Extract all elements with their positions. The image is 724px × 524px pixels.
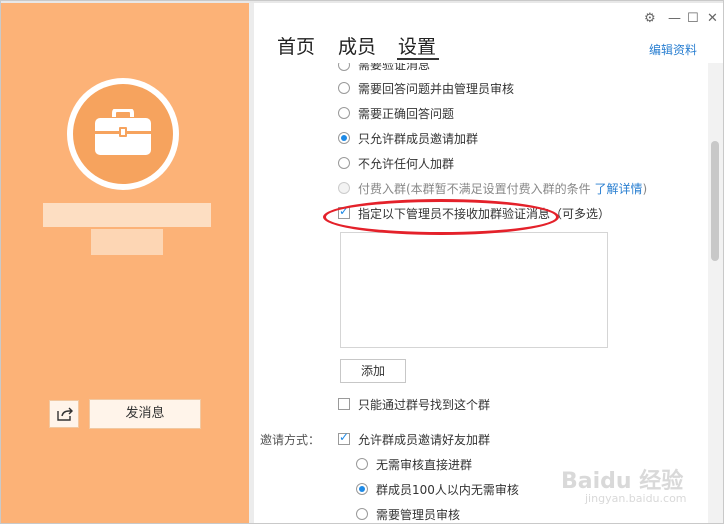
admin-list-box[interactable]: [340, 232, 608, 348]
group-name-blurred: [43, 203, 211, 227]
group-info-window: 发消息 ⚙ — ☐ ✕ 首页 成员 设置 编辑资料 需要验证消息 需要回答问题并…: [0, 0, 724, 524]
share-icon: [57, 407, 73, 421]
baidu-watermark: Baidu 经验: [561, 469, 684, 494]
close-icon[interactable]: ✕: [707, 11, 718, 26]
admin-no-verify-label: 指定以下管理员不接收加群验证消息（可多选）: [358, 207, 611, 221]
maximize-icon[interactable]: ☐: [687, 11, 699, 26]
join-option-label: 需要回答问题并由管理员审核: [358, 82, 515, 96]
briefcase-icon: [73, 84, 173, 184]
join-option-label: 需要正确回答问题: [358, 107, 455, 121]
learn-more-link[interactable]: 了解详情: [595, 182, 643, 196]
send-message-button[interactable]: 发消息: [89, 399, 201, 429]
paid-join-suffix: ): [642, 182, 648, 196]
invite-option-radio[interactable]: [356, 458, 368, 470]
only-by-number-checkbox[interactable]: [338, 398, 350, 410]
settings-panel: 需要验证消息 需要回答问题并由管理员审核 需要正确回答问题 只允许群成员邀请加群…: [254, 63, 708, 523]
scrollbar-track[interactable]: [708, 63, 723, 523]
invite-method-label: 邀请方式：: [260, 433, 321, 447]
admin-no-verify-checkbox[interactable]: [338, 204, 350, 219]
allow-invite-label: 允许群成员邀请好友加群: [358, 433, 491, 447]
join-option-radio[interactable]: [338, 82, 350, 94]
invite-option-radio[interactable]: [356, 508, 368, 520]
scrollbar-thumb[interactable]: [711, 141, 719, 261]
group-sidebar: 发消息: [1, 3, 249, 523]
group-id-blurred: [91, 229, 163, 255]
join-option-radio[interactable]: [338, 107, 350, 119]
join-option-label: 不允许任何人加群: [358, 157, 455, 171]
tab-members[interactable]: 成员: [338, 32, 376, 59]
paid-join-label: 付费入群(本群暂不满足设置付费入群的条件 了解详情): [358, 180, 647, 197]
invite-option-label: 无需审核直接进群: [376, 458, 473, 472]
invite-option-label: 群成员100人以内无需审核: [376, 483, 519, 497]
group-avatar[interactable]: [67, 78, 179, 190]
paid-join-text: 付费入群(本群暂不满足设置付费入群的条件: [358, 182, 591, 196]
invite-option-radio-selected[interactable]: [356, 483, 368, 495]
tab-settings[interactable]: 设置: [398, 32, 436, 59]
add-admin-button[interactable]: 添加: [340, 359, 406, 383]
tab-home[interactable]: 首页: [277, 32, 315, 59]
join-option-label: 需要验证消息: [358, 63, 431, 72]
minimize-icon[interactable]: —: [668, 11, 681, 26]
join-option-label: 只允许群成员邀请加群: [358, 132, 479, 146]
allow-invite-checkbox[interactable]: [338, 430, 350, 445]
join-option-radio-selected[interactable]: [338, 132, 350, 144]
invite-option-label: 需要管理员审核: [376, 508, 461, 522]
share-button[interactable]: [49, 400, 79, 428]
paid-join-radio[interactable]: [338, 182, 350, 194]
active-tab-indicator: [397, 58, 439, 60]
join-option-radio[interactable]: [338, 157, 350, 169]
settings-icon[interactable]: ⚙: [644, 11, 656, 26]
watermark-url: jingyan.baidu.com: [585, 492, 687, 505]
edit-profile-link[interactable]: 编辑资料: [649, 41, 697, 58]
only-by-number-label: 只能通过群号找到这个群: [358, 398, 491, 412]
join-option-radio[interactable]: [338, 63, 350, 71]
